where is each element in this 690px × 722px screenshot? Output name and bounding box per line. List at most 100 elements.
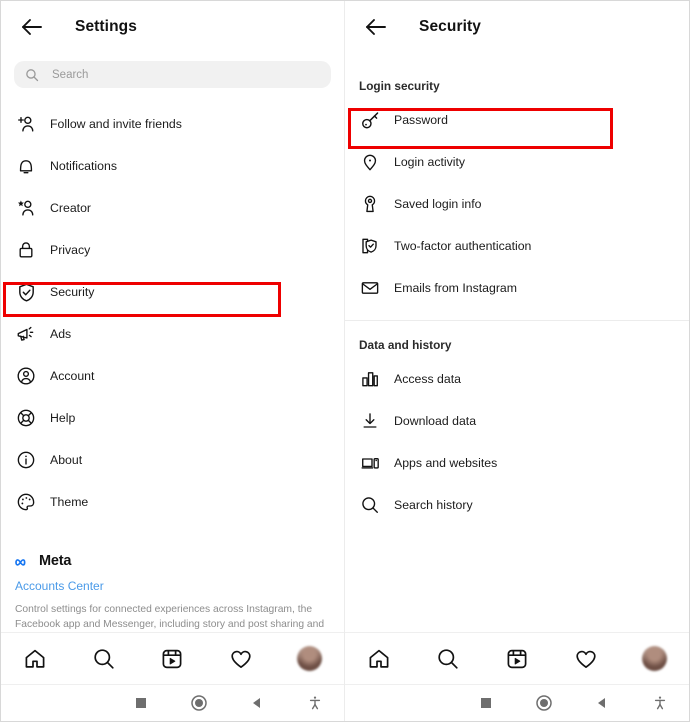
sidebar-item-label: Account [50, 369, 95, 383]
sidebar-item-label: Notifications [50, 159, 117, 173]
circle-icon [191, 695, 207, 711]
nav-home-button[interactable] [170, 685, 228, 721]
search-icon [438, 648, 458, 669]
tab-home[interactable] [20, 644, 50, 674]
login-security-section: Login security Password Login activity S… [345, 53, 689, 309]
security-item-emails-from-instagram[interactable]: Emails from Instagram [345, 267, 689, 309]
android-nav-bar [1, 684, 344, 721]
tab-search[interactable] [433, 644, 463, 674]
home-icon [369, 649, 389, 668]
security-item-access-data[interactable]: Access data [345, 358, 689, 400]
dual-panel-screenshot: Settings Search Follow and invite friend… [0, 0, 690, 722]
tab-search[interactable] [89, 644, 119, 674]
section-header-login-security: Login security [359, 79, 440, 93]
search-placeholder: Search [52, 68, 89, 81]
keyhole-icon [359, 193, 381, 215]
sidebar-item-privacy[interactable]: Privacy [1, 229, 344, 271]
security-item-label: Emails from Instagram [394, 281, 517, 295]
search-icon [26, 68, 39, 81]
nav-back-button[interactable] [228, 685, 286, 721]
sidebar-item-account[interactable]: Account [1, 355, 344, 397]
nav-accessibility-button[interactable] [631, 685, 689, 721]
back-arrow-icon[interactable] [363, 14, 389, 40]
section-header-data-and-history: Data and history [359, 338, 452, 352]
security-item-label: Apps and websites [394, 456, 498, 470]
security-item-password[interactable]: Password [345, 99, 689, 141]
sidebar-item-notifications[interactable]: Notifications [1, 145, 344, 187]
tab-profile[interactable] [295, 644, 325, 674]
back-arrow-icon[interactable] [19, 14, 45, 40]
tab-reels[interactable] [502, 644, 532, 674]
sidebar-item-label: Help [50, 411, 76, 425]
sidebar-item-ads[interactable]: Ads [1, 313, 344, 355]
nav-home-button[interactable] [515, 685, 573, 721]
nav-recents-button[interactable] [112, 685, 170, 721]
security-item-label: Access data [394, 372, 461, 386]
key-icon [359, 109, 381, 131]
security-item-label: Login activity [394, 155, 466, 169]
meta-footer: Meta Accounts Center Control settings fo… [1, 550, 344, 632]
settings-panel: Settings Search Follow and invite friend… [1, 1, 345, 721]
security-item-login-activity[interactable]: Login activity [345, 141, 689, 183]
security-item-apps-and-websites[interactable]: Apps and websites [345, 442, 689, 484]
sidebar-item-label: Security [50, 285, 95, 299]
person-add-icon [15, 113, 37, 135]
security-item-label: Password [394, 113, 448, 127]
search-icon [94, 648, 114, 669]
security-item-label: Two-factor authentication [394, 239, 532, 253]
avatar [297, 646, 323, 671]
heart-icon [576, 650, 596, 668]
nav-accessibility-button[interactable] [286, 685, 344, 721]
security-item-label: Saved login info [394, 197, 482, 211]
reels-icon [507, 649, 527, 668]
meta-brand: Meta [15, 550, 332, 572]
meta-infinity-icon [15, 555, 34, 568]
accounts-center-link[interactable]: Accounts Center [15, 579, 332, 593]
sidebar-item-label: About [50, 453, 83, 467]
page-title: Settings [75, 18, 137, 35]
settings-menu: Follow and invite friends Notifications [1, 88, 344, 523]
bar-chart-icon [359, 368, 381, 390]
search-input[interactable]: Search [14, 61, 331, 88]
tab-home[interactable] [364, 644, 394, 674]
nav-recents-button[interactable] [457, 685, 515, 721]
tab-profile[interactable] [640, 644, 670, 674]
security-item-saved-login-info[interactable]: Saved login info [345, 183, 689, 225]
nav-back-button[interactable] [573, 685, 631, 721]
security-item-label: Download data [394, 414, 477, 428]
footer-description: Control settings for connected experienc… [15, 604, 325, 630]
shield-check-icon [15, 281, 37, 303]
envelope-icon [359, 277, 381, 299]
home-icon [25, 649, 45, 668]
security-item-download-data[interactable]: Download data [345, 400, 689, 442]
download-icon [359, 410, 381, 432]
section-divider [345, 320, 689, 321]
info-circle-icon [15, 449, 37, 471]
sidebar-item-label: Ads [50, 327, 72, 341]
reels-icon [163, 649, 182, 668]
search-container: Search [1, 53, 344, 88]
page-title: Security [419, 18, 481, 35]
tab-activity[interactable] [571, 644, 601, 674]
sidebar-item-about[interactable]: About [1, 439, 344, 481]
lifebuoy-icon [15, 407, 37, 429]
security-panel: Security Login security Password Login a… [345, 1, 689, 721]
accessibility-icon [654, 696, 666, 710]
square-icon [136, 698, 146, 708]
security-item-search-history[interactable]: Search history [345, 484, 689, 526]
sidebar-item-help[interactable]: Help [1, 397, 344, 439]
settings-header: Settings [1, 1, 344, 53]
square-icon [481, 698, 491, 708]
sidebar-item-creator[interactable]: Creator [1, 187, 344, 229]
triangle-back-icon [253, 698, 260, 708]
tab-activity[interactable] [226, 644, 256, 674]
tab-reels[interactable] [157, 644, 187, 674]
security-header: Security [345, 1, 689, 53]
sidebar-item-theme[interactable]: Theme [1, 481, 344, 523]
location-pin-icon [359, 151, 381, 173]
android-nav-bar [345, 684, 689, 721]
sidebar-item-follow-and-invite-friends[interactable]: Follow and invite friends [1, 103, 344, 145]
security-item-two-factor-authentication[interactable]: Two-factor authentication [345, 225, 689, 267]
sidebar-item-security[interactable]: Security [1, 271, 344, 313]
instagram-tab-bar [345, 632, 689, 684]
